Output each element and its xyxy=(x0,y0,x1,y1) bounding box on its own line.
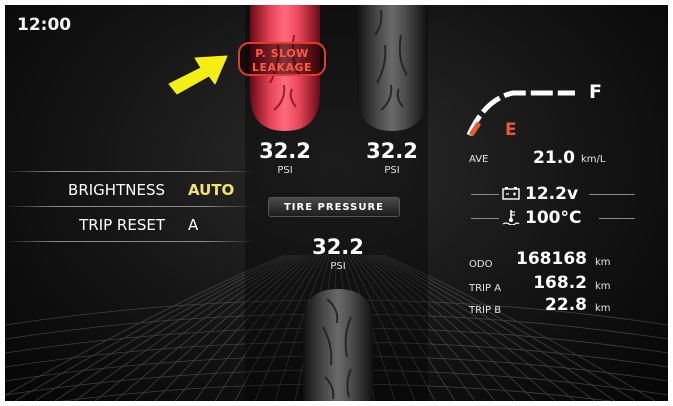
menu-divider-middle xyxy=(5,206,255,207)
fuel-empty-label: E xyxy=(505,120,517,140)
odo-value: 168168 xyxy=(516,249,587,269)
brightness-label[interactable]: BRIGHTNESS xyxy=(10,181,165,199)
voltage-line-left xyxy=(471,194,499,195)
brightness-value[interactable]: AUTO xyxy=(188,181,234,199)
fuel-full-label: F xyxy=(589,81,602,103)
fuel-gauge xyxy=(466,90,575,137)
clock: 12:00 xyxy=(17,15,72,35)
front-left-pressure: 32.2 xyxy=(259,139,311,163)
dashboard-screen: 12:00 P. SLOW LEAKAGE 32.2 PSI 32.2 PSI … xyxy=(5,5,668,401)
trip-b-unit: km xyxy=(595,303,611,314)
warning-line-2: LEAKAGE xyxy=(251,61,313,74)
front-right-tire xyxy=(357,5,427,131)
trip-reset-label[interactable]: TRIP RESET xyxy=(10,216,165,234)
ave-label: AVE xyxy=(469,154,489,165)
tire-pressure-label: TIRE PRESSURE xyxy=(268,197,400,217)
temperature-value: 100°C xyxy=(525,208,582,228)
ave-unit: km/L xyxy=(581,154,606,165)
battery-icon xyxy=(502,187,520,200)
temp-line-left xyxy=(471,218,499,219)
trip-a-value: 168.2 xyxy=(533,273,587,293)
trip-reset-value[interactable]: A xyxy=(188,216,198,234)
rear-unit: PSI xyxy=(330,261,346,272)
ave-value: 21.0 xyxy=(533,148,575,168)
menu-divider-top xyxy=(5,171,255,172)
trip-a-unit: km xyxy=(595,281,611,292)
front-left-unit: PSI xyxy=(277,165,293,176)
trip-a-label: TRIP A xyxy=(469,283,502,294)
arrow-icon xyxy=(168,55,228,95)
coolant-temperature-icon xyxy=(502,210,520,225)
front-right-unit: PSI xyxy=(384,165,400,176)
rear-pressure: 32.2 xyxy=(312,235,364,259)
temp-line-right xyxy=(599,218,635,219)
rear-tire xyxy=(303,289,373,401)
voltage-line-right xyxy=(589,194,635,195)
front-right-pressure: 32.2 xyxy=(366,139,418,163)
menu-divider-bottom xyxy=(5,241,255,242)
odo-unit: km xyxy=(595,257,611,268)
voltage-value: 12.2v xyxy=(525,184,579,204)
trip-b-label: TRIP B xyxy=(469,305,502,316)
trip-b-value: 22.8 xyxy=(545,295,587,315)
slow-leakage-warning-badge: P. SLOW LEAKAGE xyxy=(238,42,326,76)
odo-label: ODO xyxy=(469,259,493,270)
warning-line-1: P. SLOW xyxy=(255,47,309,60)
